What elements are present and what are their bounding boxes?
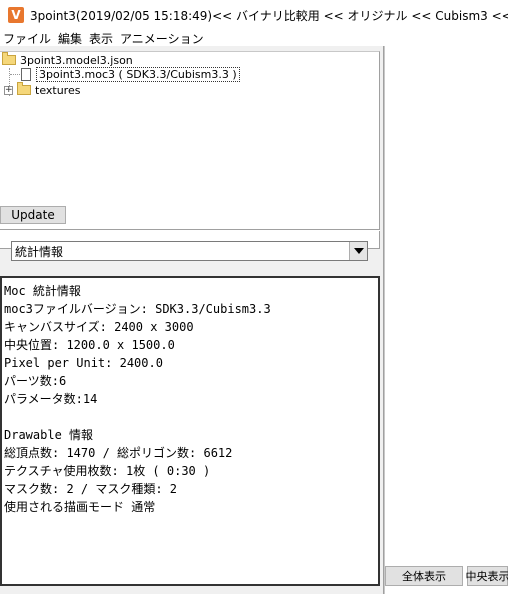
expand-icon[interactable]: + <box>4 85 13 95</box>
stats-line: 使用される描画モード 通常 <box>4 500 156 514</box>
window-title: 3point3(2019/02/05 15:18:49)<< バイナリ比較用 <… <box>30 8 508 23</box>
select-value: 統計情報 <box>15 244 64 259</box>
stats-line: テクスチャ使用枚数: 1枚 ( 0:30 ) <box>4 464 211 478</box>
menu-edit[interactable]: 編集 <box>55 30 86 47</box>
stats-line <box>4 408 376 426</box>
stats-line: moc3ファイルバージョン: SDK3.3/Cubism3.3 <box>4 302 271 316</box>
stats-line: Drawable 情報 <box>4 428 94 442</box>
center-view-button[interactable]: 中央表示 <box>466 566 508 586</box>
fit-all-button[interactable]: 全体表示 <box>385 566 463 586</box>
stats-line: パーツ数:6 <box>4 374 67 388</box>
tree-line <box>10 74 20 75</box>
tree-item-label: textures <box>35 83 81 97</box>
menu-file[interactable]: ファイル <box>0 30 55 47</box>
tree-item-moc3[interactable]: 3point3.moc3 ( SDK3.3/Cubism3.3 ) <box>21 66 240 82</box>
file-icon <box>21 67 31 81</box>
left-pane: 3point3.model3.json 3point3.moc3 ( SDK3.… <box>0 46 383 594</box>
folder-icon <box>17 82 31 95</box>
stats-line: 中央位置: 1200.0 x 1500.0 <box>4 338 175 352</box>
view-buttons: 全体表示 中央表示 <box>385 566 508 588</box>
menu-animation[interactable]: アニメーション <box>117 30 208 47</box>
stats-line: 総頂点数: 1470 / 総ポリゴン数: 6612 <box>4 446 233 460</box>
tree-item-label: 3point3.moc3 ( SDK3.3/Cubism3.3 ) <box>36 66 240 82</box>
stats-line: Pixel per Unit: 2400.0 <box>4 356 163 370</box>
title-bar: V 3point3(2019/02/05 15:18:49)<< バイナリ比較用… <box>0 0 508 30</box>
tree-item-textures[interactable]: + textures <box>4 82 80 98</box>
app-icon: V <box>8 7 24 23</box>
menu-view[interactable]: 表示 <box>86 30 117 47</box>
update-button[interactable]: Update <box>0 206 66 224</box>
stats-line: キャンバスサイズ: 2400 x 3000 <box>4 320 194 334</box>
stats-line: パラメータ数:14 <box>4 392 98 406</box>
preview-pane[interactable] <box>384 46 508 594</box>
stats-line: マスク数: 2 / マスク種類: 2 <box>4 482 178 496</box>
tree-item-label: 3point3.model3.json <box>20 53 133 67</box>
stats-line: Moc 統計情報 <box>4 284 81 298</box>
divider <box>0 229 380 231</box>
info-type-select[interactable]: 統計情報 <box>11 241 368 261</box>
chevron-down-icon[interactable] <box>349 242 367 260</box>
stats-text-area[interactable]: Moc 統計情報 moc3ファイルバージョン: SDK3.3/Cubism3.3… <box>0 276 380 586</box>
folder-icon <box>2 52 16 65</box>
menu-bar: ファイル 編集 表示 アニメーション <box>0 30 508 46</box>
